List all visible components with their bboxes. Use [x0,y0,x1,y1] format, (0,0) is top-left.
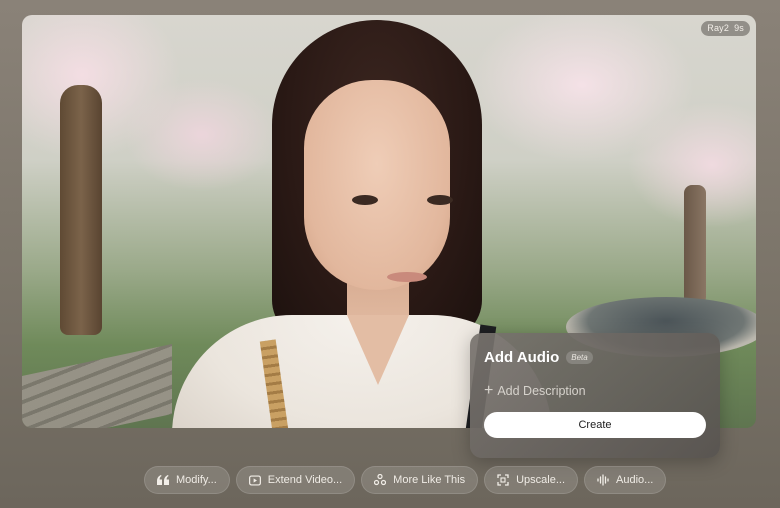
add-description-label: Add Description [497,384,586,398]
upscale-button[interactable]: Upscale... [484,466,579,494]
upscale-label: Upscale... [516,474,566,486]
bench [22,344,172,428]
extend-video-button[interactable]: Extend Video... [235,466,356,494]
duration-label: 9s [734,23,744,33]
create-button[interactable]: Create [484,412,706,438]
model-label: Ray2 [707,23,730,33]
add-audio-panel: Add Audio Beta + Add Description Create [470,333,720,458]
eye [427,195,453,205]
audio-waveform-icon [597,474,609,486]
panel-title: Add Audio [484,349,560,366]
quote-icon [157,474,169,486]
face [304,80,450,290]
plus-icon: + [484,382,494,399]
lips [387,272,427,282]
extend-video-label: Extend Video... [267,474,343,486]
model-duration-badge: Ray2 9s [701,21,750,36]
tree-trunk [684,185,706,305]
neckline [347,315,409,385]
modify-label: Modify... [176,474,217,486]
beta-badge: Beta [566,351,593,364]
audio-button[interactable]: Audio... [584,466,667,494]
more-like-this-button[interactable]: More Like This [361,466,479,494]
add-description-button[interactable]: + Add Description [484,382,706,399]
modify-button[interactable]: Modify... [144,466,230,494]
upscale-icon [497,474,509,486]
extend-video-icon [248,474,261,486]
more-like-this-icon [374,474,387,486]
eye [352,195,378,205]
audio-label: Audio... [616,474,654,486]
tree-trunk [60,85,102,335]
action-bar: Modify... Extend Video... More Like This… [144,466,667,494]
more-like-this-label: More Like This [393,474,466,486]
